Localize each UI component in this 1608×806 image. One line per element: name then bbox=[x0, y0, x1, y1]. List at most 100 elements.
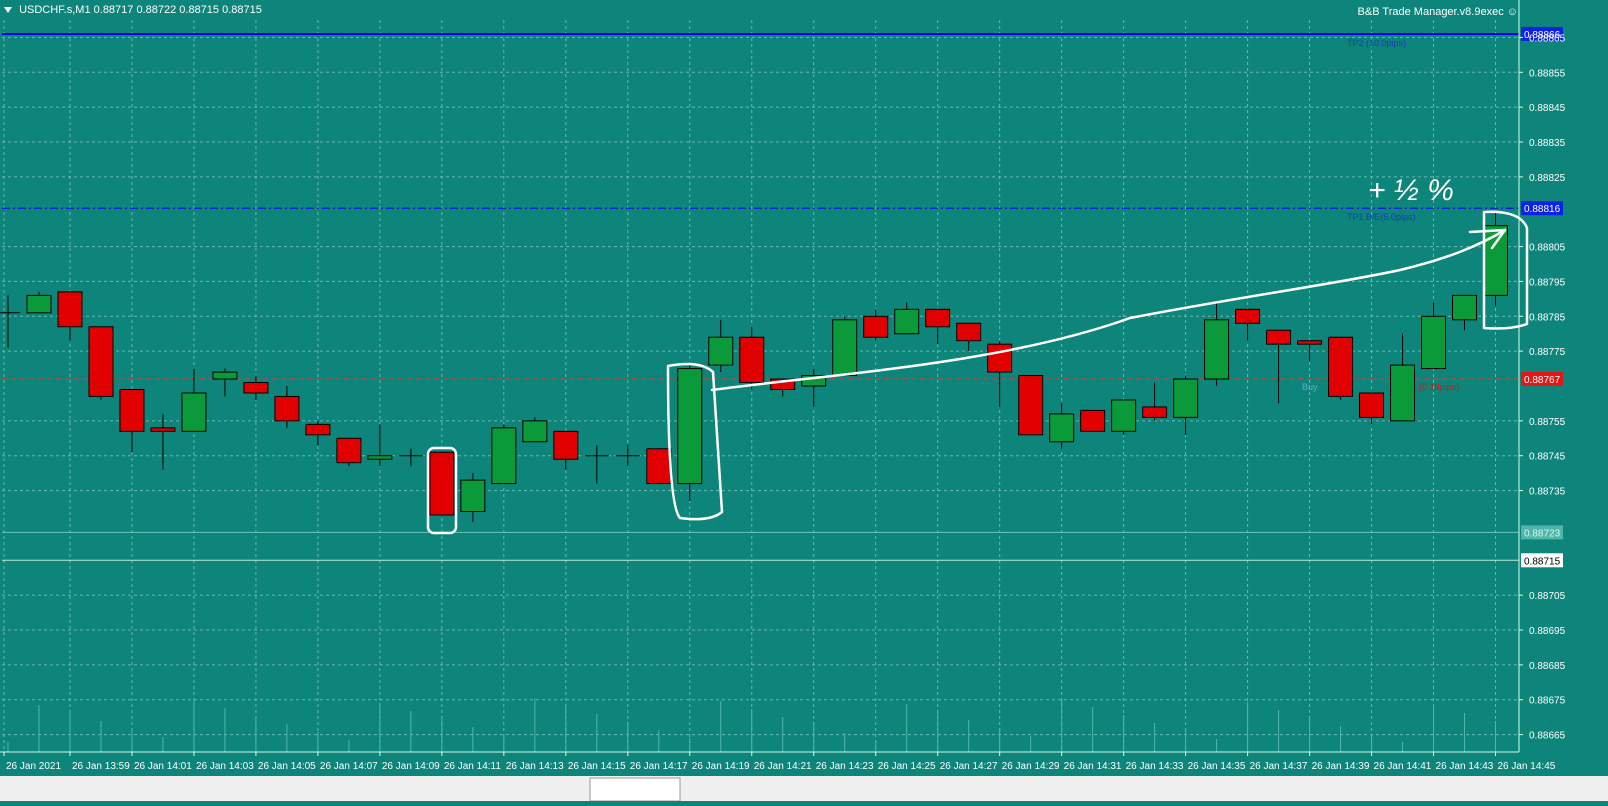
x-tick-label: 26 Jan 14:21 bbox=[754, 761, 812, 772]
candle[interactable] bbox=[429, 451, 455, 516]
x-tick-label: 26 Jan 14:03 bbox=[196, 761, 254, 772]
candle-body bbox=[429, 451, 455, 516]
candle-body bbox=[336, 437, 362, 464]
candle-body bbox=[1080, 409, 1106, 432]
candle[interactable] bbox=[1080, 409, 1106, 432]
candle-body bbox=[1018, 375, 1044, 436]
candle[interactable] bbox=[26, 291, 52, 314]
y-tick-label: 0.88735 bbox=[1529, 487, 1566, 498]
candle[interactable] bbox=[1018, 375, 1044, 436]
price-tag-text-sl: 0.88767 bbox=[1524, 375, 1561, 386]
x-tick-label: 26 Jan 14:35 bbox=[1188, 761, 1246, 772]
x-tick-label: 26 Jan 14:27 bbox=[940, 761, 998, 772]
candle-body bbox=[1266, 329, 1292, 345]
y-tick-label: 0.88805 bbox=[1529, 243, 1566, 254]
y-tick-label: 0.88745 bbox=[1529, 452, 1566, 463]
chart-header: USDCHF.s,M1 0.88717 0.88722 0.88715 0.88… bbox=[4, 4, 262, 16]
candle-body bbox=[212, 371, 238, 380]
candle-body bbox=[863, 315, 889, 338]
candle-body bbox=[956, 322, 982, 342]
candle-body bbox=[1452, 294, 1478, 321]
y-tick-label: 0.88855 bbox=[1529, 68, 1566, 79]
candle[interactable] bbox=[677, 365, 703, 502]
candle-body bbox=[367, 455, 393, 460]
y-tick-label: 0.88705 bbox=[1529, 591, 1566, 602]
scroll-tab[interactable] bbox=[589, 777, 681, 802]
candle[interactable] bbox=[1111, 399, 1137, 435]
level-label-tp2: TP2 (10.0pips) bbox=[1347, 38, 1406, 48]
candle[interactable] bbox=[336, 437, 362, 467]
candle-body bbox=[243, 382, 269, 394]
candle-body bbox=[26, 294, 52, 314]
candle[interactable] bbox=[88, 326, 114, 400]
price-tag-text-bid: 0.88715 bbox=[1524, 556, 1561, 567]
level-label-tp1: TP1 B/E(5.0pips) bbox=[1347, 212, 1416, 222]
candle-body bbox=[181, 392, 207, 432]
candle-body bbox=[1204, 319, 1230, 380]
x-tick-label: 26 Jan 14:01 bbox=[134, 761, 192, 772]
y-tick-label: 0.88795 bbox=[1529, 277, 1566, 288]
y-tick-label: 0.88775 bbox=[1529, 347, 1566, 358]
y-tick-label: 0.88695 bbox=[1529, 626, 1566, 637]
price-chart[interactable]: TP2 (10.0pips)0.88866TP1 B/E(5.0pips)0.8… bbox=[0, 0, 1608, 802]
x-tick-label: 26 Jan 13:59 bbox=[72, 761, 130, 772]
candle-body bbox=[305, 423, 331, 436]
candle-body bbox=[57, 291, 83, 328]
y-tick-label: 0.88785 bbox=[1529, 312, 1566, 323]
candle-body bbox=[1111, 399, 1137, 432]
candle-body bbox=[150, 427, 176, 432]
candle[interactable] bbox=[1483, 211, 1509, 306]
x-tick-label: 26 Jan 14:07 bbox=[320, 761, 378, 772]
x-tick-label: 26 Jan 14:17 bbox=[630, 761, 688, 772]
x-tick-label: 26 Jan 14:11 bbox=[444, 761, 502, 772]
candle-body bbox=[1328, 336, 1354, 397]
candle-body bbox=[1049, 413, 1075, 443]
x-tick-label: 26 Jan 14:15 bbox=[568, 761, 626, 772]
x-tick-label: 26 Jan 14:23 bbox=[816, 761, 874, 772]
y-tick-label: 0.88665 bbox=[1529, 731, 1566, 742]
x-tick-label: 26 Jan 2021 bbox=[6, 761, 61, 772]
x-tick-label: 26 Jan 14:33 bbox=[1126, 761, 1184, 772]
candle-body bbox=[646, 448, 672, 485]
collapse-triangle-icon[interactable] bbox=[4, 7, 12, 14]
candle-body bbox=[1359, 392, 1385, 418]
y-tick-label: 0.88865 bbox=[1529, 33, 1566, 44]
price-tag-text-ask: 0.88723 bbox=[1524, 528, 1561, 539]
candle[interactable] bbox=[522, 417, 548, 443]
x-tick-label: 26 Jan 14:31 bbox=[1064, 761, 1122, 772]
candle-body bbox=[1142, 406, 1168, 418]
candle-body bbox=[491, 427, 517, 485]
y-tick-label: 0.88685 bbox=[1529, 661, 1566, 672]
chart-root: TP2 (10.0pips) 0.88866 TP1 B/E(5.0pips) 0.8… bbox=[0, 0, 1608, 802]
candle-body bbox=[832, 319, 858, 377]
x-tick-label: 26 Jan 14:39 bbox=[1312, 761, 1370, 772]
candle-body bbox=[1235, 308, 1261, 324]
x-tick-label: 26 Jan 14:45 bbox=[1498, 761, 1556, 772]
y-tick-label: 0.88825 bbox=[1529, 173, 1566, 184]
candle-body bbox=[460, 479, 486, 512]
candle-body bbox=[739, 336, 765, 384]
handwritten-text: + ½ % bbox=[1368, 174, 1454, 207]
candle-body bbox=[708, 336, 734, 366]
symbol-label: USDCHF.s,M1 bbox=[19, 4, 91, 16]
level-label-buy: Buy bbox=[1302, 382, 1318, 392]
candle-body bbox=[1421, 315, 1447, 370]
candle-body bbox=[677, 368, 703, 485]
candle-body bbox=[522, 420, 548, 443]
candle[interactable] bbox=[646, 448, 672, 485]
x-tick-label: 26 Jan 14:05 bbox=[258, 761, 316, 772]
x-tick-label: 26 Jan 14:29 bbox=[1002, 761, 1060, 772]
candle[interactable] bbox=[491, 424, 517, 485]
candle[interactable] bbox=[832, 316, 858, 377]
candle-body bbox=[274, 395, 300, 422]
status-bar bbox=[0, 776, 1608, 801]
candle-body bbox=[1173, 378, 1199, 418]
candle-body bbox=[925, 308, 951, 328]
candle-body bbox=[1297, 340, 1323, 345]
x-tick-label: 26 Jan 14:37 bbox=[1250, 761, 1308, 772]
y-tick-label: 0.88755 bbox=[1529, 417, 1566, 428]
y-tick-label: 0.88835 bbox=[1529, 138, 1566, 149]
x-tick-label: 26 Jan 14:41 bbox=[1374, 761, 1432, 772]
candle[interactable] bbox=[1328, 336, 1354, 400]
candle-body bbox=[987, 343, 1013, 373]
